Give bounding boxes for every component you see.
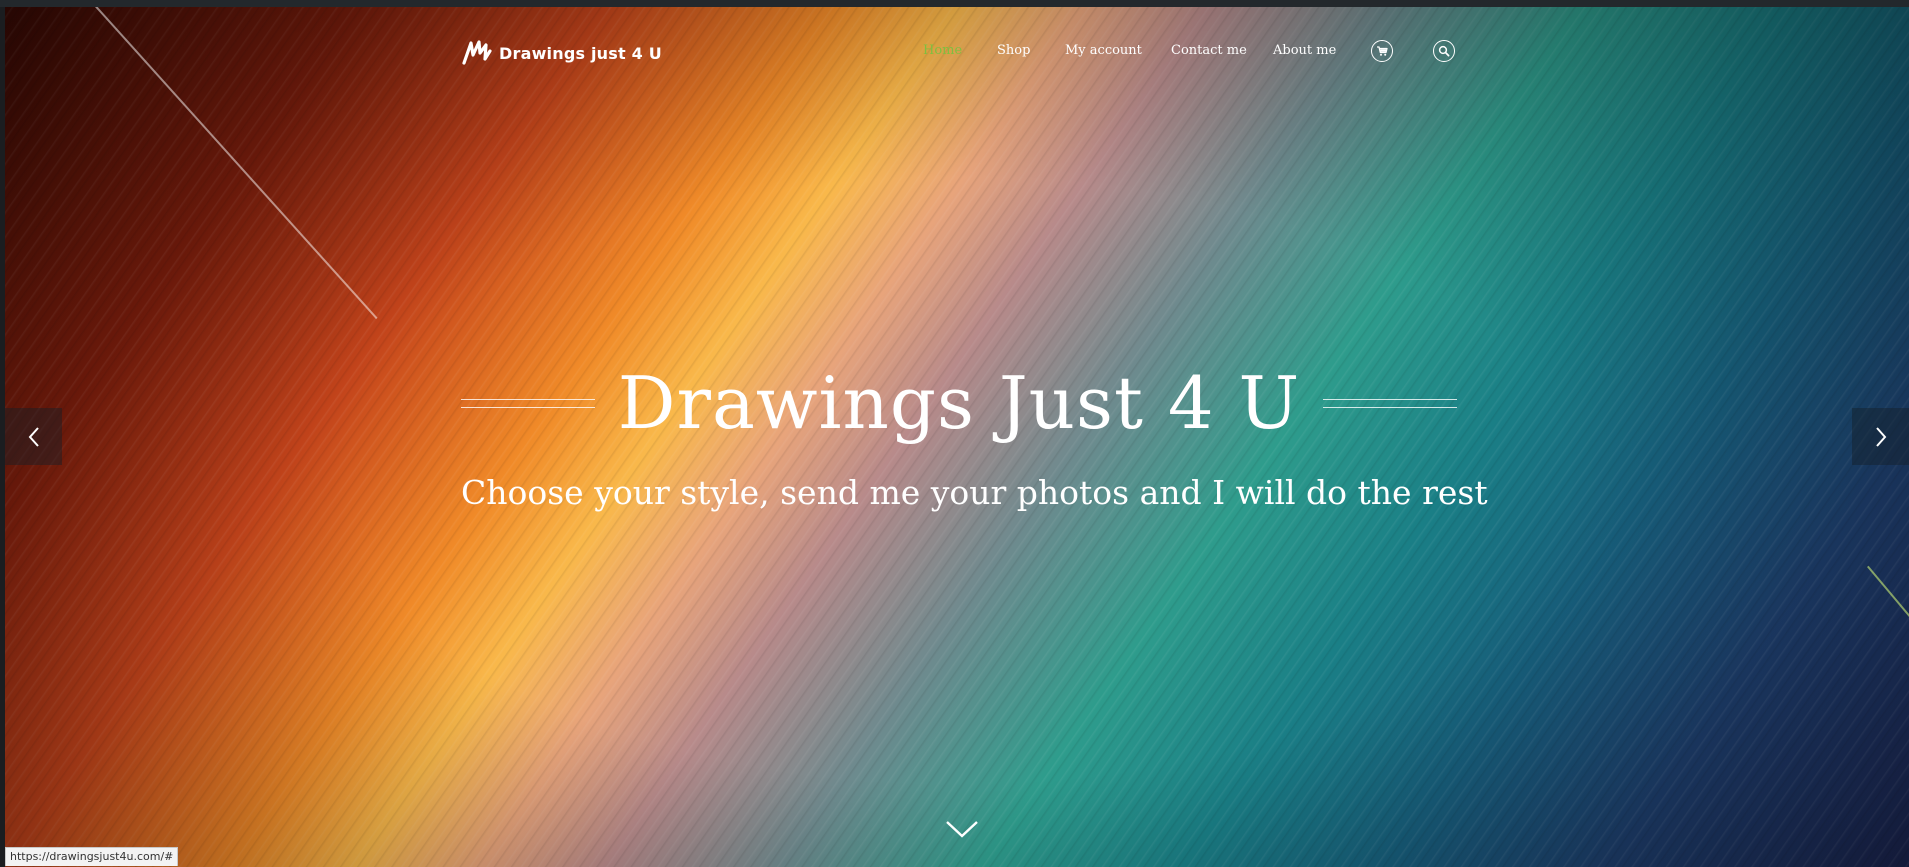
browser-status-bar-url: https://drawingsjust4u.com/# [5, 847, 179, 866]
slider-next-button[interactable] [1852, 408, 1909, 465]
search-icon [1438, 45, 1450, 57]
site-logo-link[interactable]: Drawings just 4 U [461, 37, 662, 69]
nav-item-about-me[interactable]: About me [1273, 43, 1336, 58]
cart-icon [1377, 46, 1388, 56]
browser-top-strip [0, 0, 1909, 7]
site-header: Drawings just 4 U Home Shop My account C… [5, 7, 1909, 97]
scroll-down-button[interactable] [945, 819, 979, 839]
cart-button[interactable] [1371, 40, 1393, 62]
search-button[interactable] [1433, 40, 1455, 62]
hero-subtitle: Choose your style, send me your photos a… [461, 473, 1488, 512]
title-decoration-left [461, 398, 595, 408]
hero-slider: Drawings just 4 U Home Shop My account C… [5, 7, 1909, 867]
nav-item-contact-me[interactable]: Contact me [1171, 43, 1247, 58]
chevron-right-icon [1875, 426, 1886, 447]
nav-item-home[interactable]: Home [923, 43, 962, 58]
hero-title: Drawings Just 4 U [617, 361, 1301, 445]
hero-title-row: Drawings Just 4 U [461, 367, 1457, 439]
logo-scribble-icon [462, 40, 492, 65]
nav-item-shop[interactable]: Shop [997, 43, 1030, 58]
logo-text: Drawings just 4 U [499, 43, 662, 63]
chevron-down-icon [946, 821, 978, 838]
nav-item-my-account[interactable]: My account [1065, 43, 1142, 58]
slider-prev-button[interactable] [5, 408, 62, 465]
title-decoration-right [1323, 398, 1457, 408]
chevron-left-icon [28, 426, 39, 447]
